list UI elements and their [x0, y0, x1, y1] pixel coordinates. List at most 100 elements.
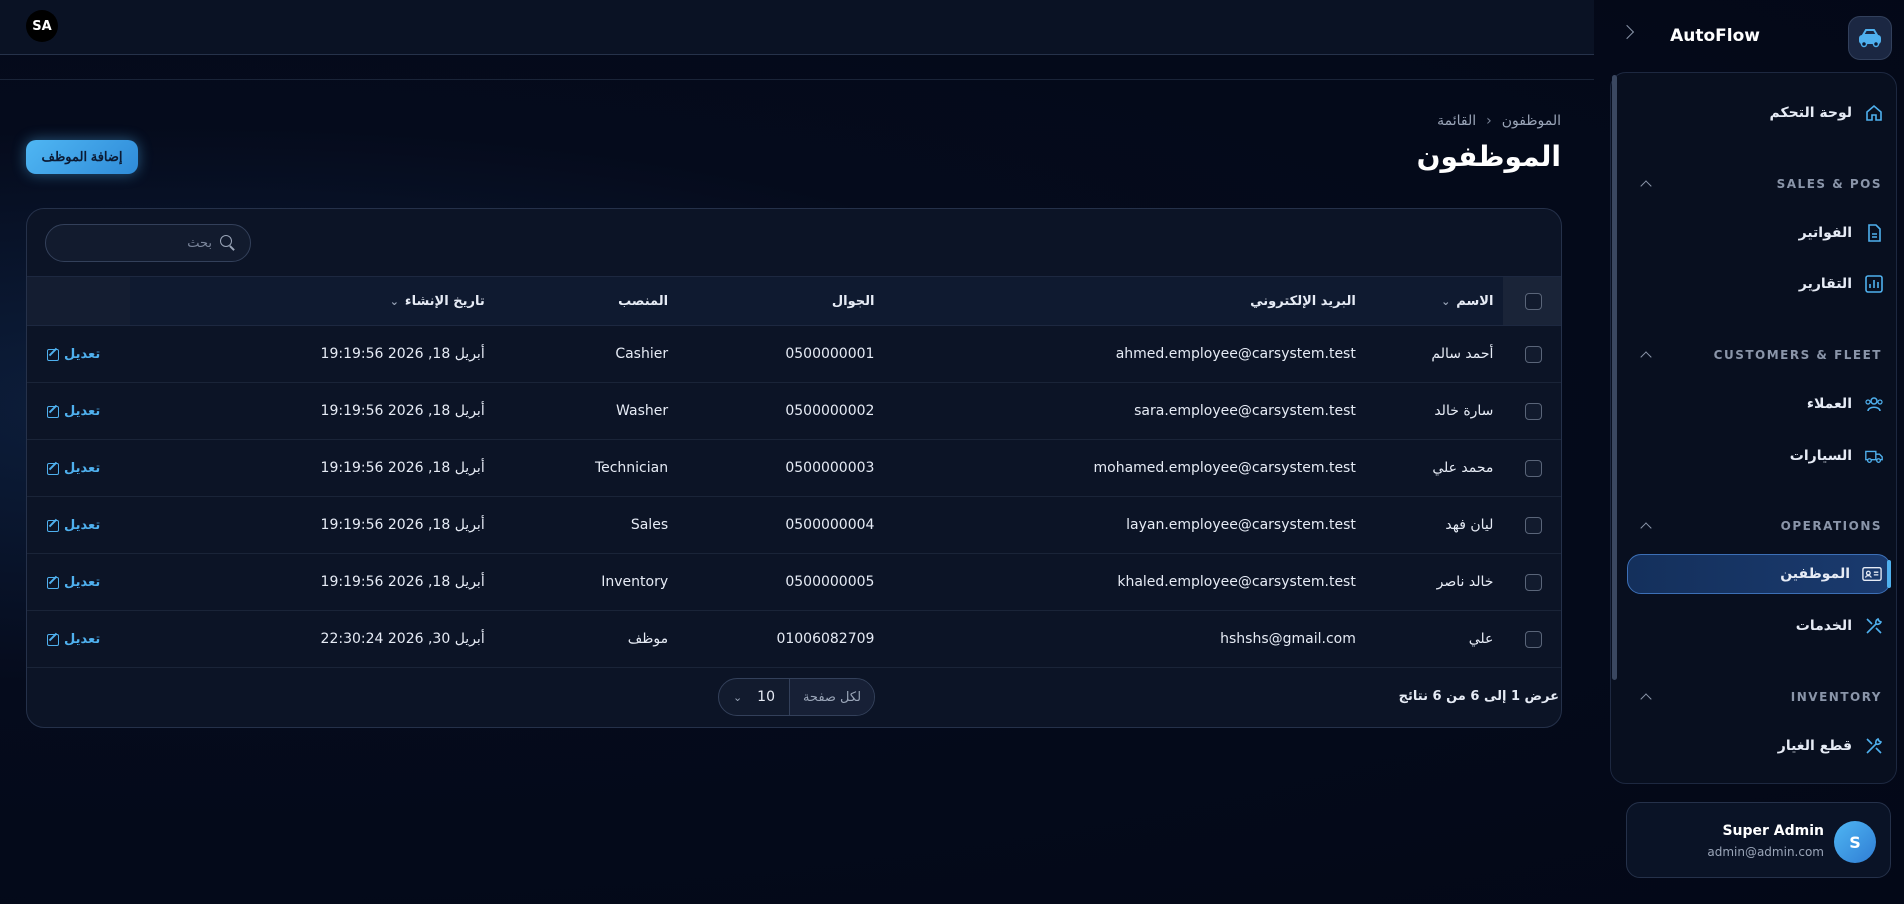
edit-button[interactable]: تعديل — [47, 575, 100, 590]
cell-position: Sales — [630, 517, 669, 533]
row-checkbox[interactable] — [1524, 459, 1542, 477]
chevron-up-icon — [1640, 693, 1652, 705]
header-created[interactable]: تاريخ الإنشاء⌄ — [130, 277, 495, 326]
sidebar-item-invoices[interactable]: الفواتير — [1799, 213, 1884, 253]
wrench-icon — [1864, 736, 1884, 756]
chevron-left-icon: ‹ — [1486, 113, 1492, 129]
cell-actions: تعديل — [27, 497, 130, 554]
cell-position: Cashier — [615, 346, 669, 362]
user-email: admin@admin.com — [1707, 845, 1824, 859]
edit-icon — [47, 519, 59, 532]
collapse-sidebar-icon[interactable] — [1619, 24, 1635, 40]
edit-button[interactable]: تعديل — [47, 461, 100, 476]
cell-actions: تعديل — [27, 554, 130, 611]
table-footer: عرض 1 إلى 6 من 6 نتائج لكل صفحة 10 ⌄ — [27, 669, 1561, 727]
chevron-down-icon: ⌄ — [389, 294, 399, 308]
edit-button[interactable]: تعديل — [47, 632, 100, 647]
search-input[interactable] — [62, 235, 212, 251]
cell-name: سارة خالد — [1434, 403, 1494, 419]
id-card-icon — [1862, 564, 1882, 584]
sidebar-item-employees[interactable]: الموظفين — [1780, 554, 1882, 594]
cell-name: أحمد سالم — [1431, 346, 1494, 362]
sidebar-scrollbar[interactable] — [1612, 75, 1617, 680]
table-row: ليان فهد layan.employee@carsystem.test 050… — [27, 497, 1561, 554]
cell-name: علي — [1468, 631, 1494, 647]
sidebar-item-reports[interactable]: التقارير — [1799, 264, 1884, 304]
row-select-cell — [1503, 497, 1561, 554]
sidebar-item-spare-parts[interactable]: قطع الغيار — [1778, 726, 1884, 766]
cell-phone: 0500000001 — [785, 346, 875, 362]
cell-position: Technician — [594, 460, 669, 476]
edit-icon — [47, 405, 59, 418]
sidebar-item-customers[interactable]: العملاء — [1807, 384, 1884, 424]
sidebar-item-cars[interactable]: السيارات — [1790, 436, 1884, 476]
top-bar: SA — [0, 0, 1594, 55]
select-all-checkbox[interactable] — [1524, 292, 1542, 310]
header-name[interactable]: الاسم⌄ — [1366, 277, 1504, 326]
table-row: خالد ناصر khaled.employee@carsystem.test 0… — [27, 554, 1561, 611]
cell-name: خالد ناصر — [1436, 574, 1494, 590]
cell-position: Inventory — [601, 574, 669, 590]
sidebar-item-dashboard[interactable]: لوحة التحكم — [1770, 93, 1884, 133]
row-checkbox[interactable] — [1524, 516, 1542, 534]
cell-created: أبريل 18, 2026 19:19:56 — [320, 403, 485, 419]
cell-email: sara.employee@carsystem.test — [1134, 403, 1356, 419]
edit-button[interactable]: تعديل — [47, 404, 100, 419]
chevron-down-icon: ⌄ — [1441, 294, 1451, 308]
table-row: سارة خالد sara.employee@carsystem.test 050… — [27, 383, 1561, 440]
cell-created: أبريل 18, 2026 19:19:56 — [320, 574, 485, 590]
breadcrumb: الموظفون ‹ القائمة — [1437, 113, 1561, 129]
employees-table-card: الاسم⌄ البريد الإلكتروني الجوال المنصب ت… — [26, 208, 1562, 728]
user-profile-card[interactable]: S Super Admin admin@admin.com — [1626, 802, 1891, 878]
section-sales-pos[interactable]: SALES & POS — [1636, 174, 1882, 194]
edit-icon — [47, 462, 59, 475]
section-customers-fleet[interactable]: CUSTOMERS & FLEET — [1636, 345, 1882, 365]
cell-actions: تعديل — [27, 326, 130, 383]
user-name: Super Admin — [1722, 823, 1824, 839]
cell-email: mohamed.employee@carsystem.test — [1093, 460, 1356, 476]
row-select-cell — [1503, 326, 1561, 383]
cell-phone: 0500000002 — [785, 403, 875, 419]
row-select-cell — [1503, 554, 1561, 611]
cell-actions: تعديل — [27, 440, 130, 497]
edit-button[interactable]: تعديل — [47, 347, 100, 362]
select-all-cell — [1503, 276, 1561, 326]
row-select-cell — [1503, 440, 1561, 497]
header-actions — [27, 276, 131, 326]
row-checkbox[interactable] — [1524, 573, 1542, 591]
cell-position: Washer — [616, 403, 669, 419]
add-employee-button[interactable]: إضافة الموظف — [26, 140, 138, 174]
table-row: محمد علي mohamed.employee@carsystem.test 0… — [27, 440, 1561, 497]
results-summary: عرض 1 إلى 6 من 6 نتائج — [1398, 689, 1559, 704]
user-avatar: S — [1834, 821, 1876, 863]
cell-position: موظف — [627, 631, 669, 647]
per-page-label: لكل صفحة — [789, 679, 874, 715]
brand-name: AutoFlow — [1670, 26, 1760, 46]
breadcrumb-root[interactable]: الموظفون — [1502, 113, 1561, 129]
header-email: البريد الإلكتروني — [1250, 293, 1356, 309]
row-checkbox[interactable] — [1524, 630, 1542, 648]
row-checkbox[interactable] — [1524, 402, 1542, 420]
section-inventory[interactable]: INVENTORY — [1636, 687, 1882, 707]
tools-icon — [1864, 616, 1884, 636]
cell-email: ahmed.employee@carsystem.test — [1115, 346, 1356, 362]
table-row: أحمد سالم ahmed.employee@carsystem.test 05… — [27, 326, 1561, 383]
chart-icon — [1864, 274, 1884, 294]
cell-name: محمد علي — [1432, 460, 1494, 476]
section-operations[interactable]: OPERATIONS — [1636, 516, 1882, 536]
cell-email: layan.employee@carsystem.test — [1126, 517, 1356, 533]
document-icon — [1864, 223, 1884, 243]
row-checkbox[interactable] — [1524, 345, 1542, 363]
per-page-select[interactable]: لكل صفحة 10 ⌄ — [718, 678, 875, 716]
user-avatar-small[interactable]: SA — [26, 10, 58, 42]
cell-created: أبريل 30, 2026 22:30:24 — [320, 631, 485, 647]
per-page-value[interactable]: 10 ⌄ — [719, 679, 789, 715]
header-position: المنصب — [618, 293, 669, 309]
edit-button[interactable]: تعديل — [47, 518, 100, 533]
cell-email: khaled.employee@carsystem.test — [1117, 574, 1356, 590]
breadcrumb-current: القائمة — [1437, 113, 1477, 129]
users-icon — [1864, 394, 1884, 414]
truck-icon — [1864, 446, 1884, 466]
table-row: علي hshshs@gmail.com 01006082709 موظف أبريل … — [27, 611, 1561, 668]
sidebar-item-services[interactable]: الخدمات — [1796, 606, 1884, 646]
